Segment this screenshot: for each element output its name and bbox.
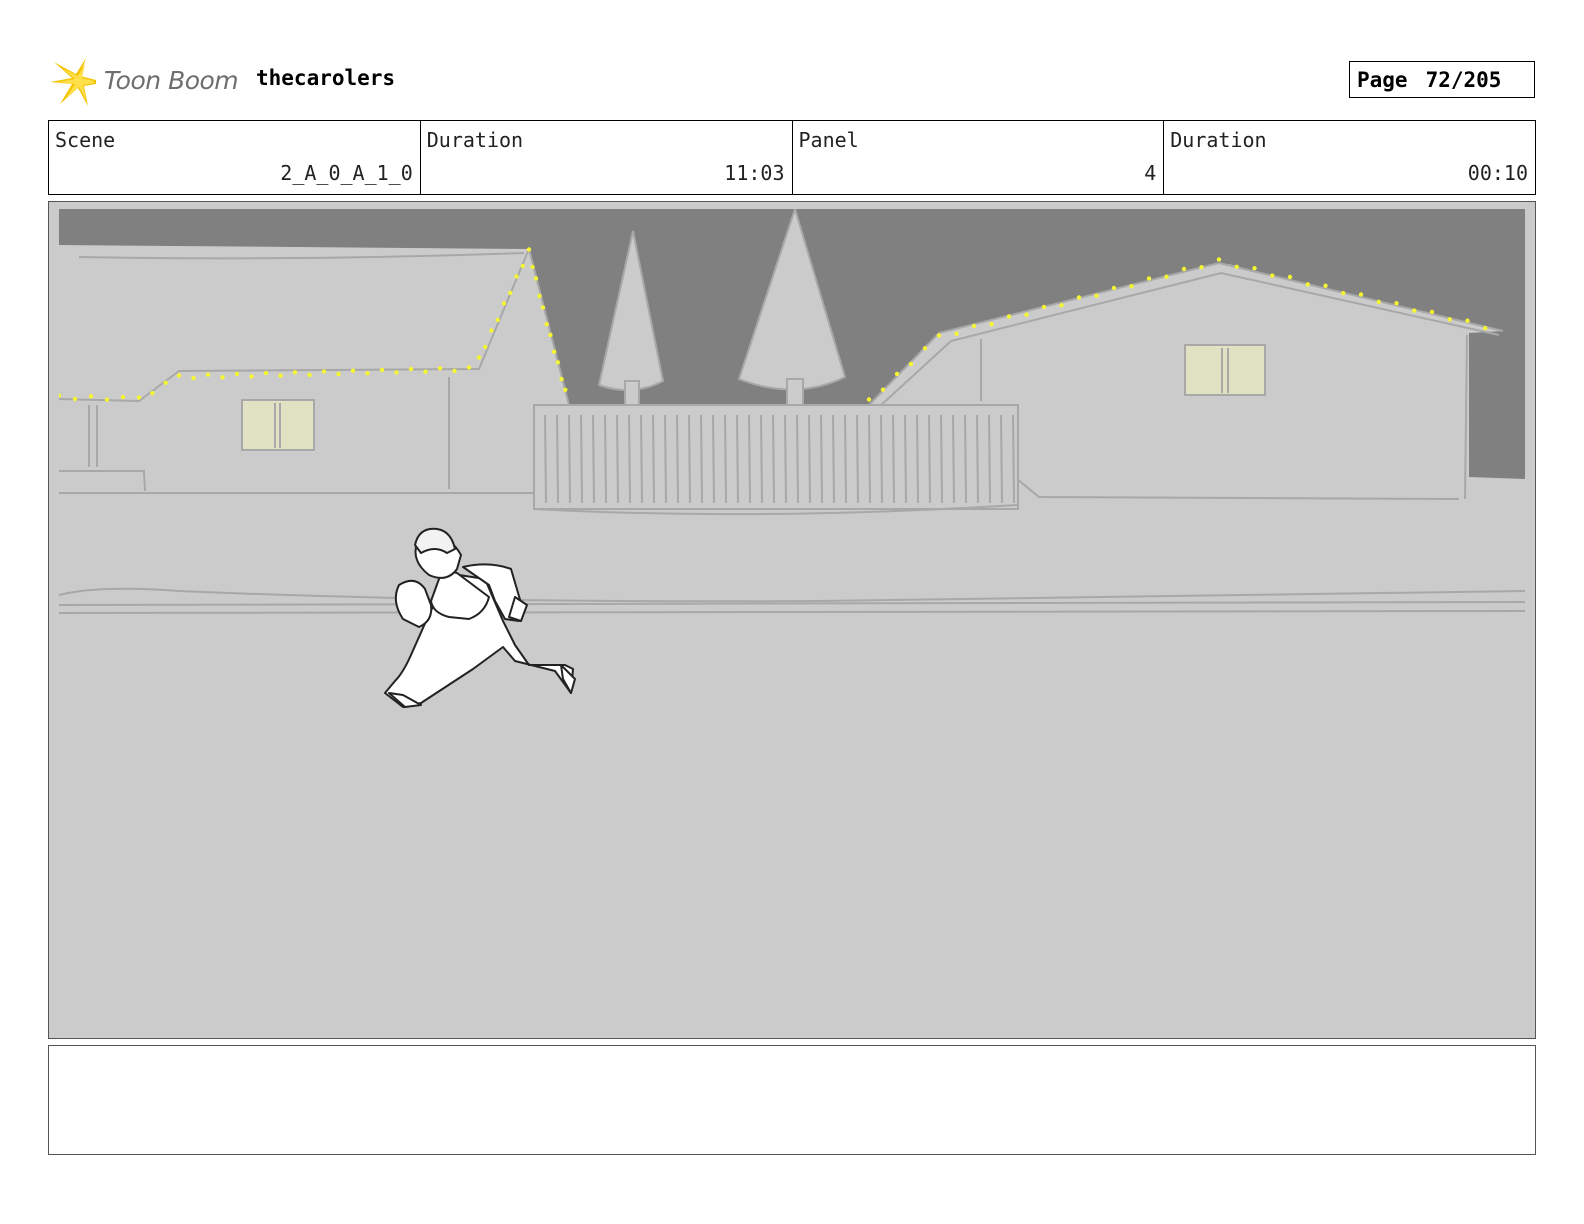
storyboard-panel [48,201,1536,1039]
toon-boom-logo: Toon Boom [50,54,240,108]
page-number: 72/205 [1425,67,1502,92]
scene-duration-label: Duration [426,128,524,152]
left-window [241,399,315,451]
panel-cell: Panel 4 [793,121,1165,194]
panel-value: 4 [1144,161,1157,185]
scene-cell: Scene 2_A_0_A_1_0 [49,121,421,194]
scene-duration-value: 11:03 [724,161,785,185]
right-window [1184,344,1266,396]
logo-text: Toon Boom [104,66,239,95]
page-indicator: Page 72/205 [1349,61,1535,98]
panel-drawing [59,209,1525,1031]
scene-label: Scene [55,128,116,152]
scene-illustration [59,209,1525,1031]
panel-duration-value: 00:10 [1467,161,1528,185]
project-title: thecarolers [256,66,396,90]
notes-box [48,1045,1536,1155]
info-row: Scene 2_A_0_A_1_0 Duration 11:03 Panel 4… [48,120,1536,195]
panel-duration-label: Duration [1170,128,1267,152]
scene-duration-cell: Duration 11:03 [421,121,793,194]
scene-value: 2_A_0_A_1_0 [280,161,413,185]
left-house [59,245,569,405]
panel-label: Panel [798,128,859,152]
starburst-icon [50,58,96,106]
page-label: Page [1357,67,1408,92]
panel-duration-cell: Duration 00:10 [1164,121,1535,194]
